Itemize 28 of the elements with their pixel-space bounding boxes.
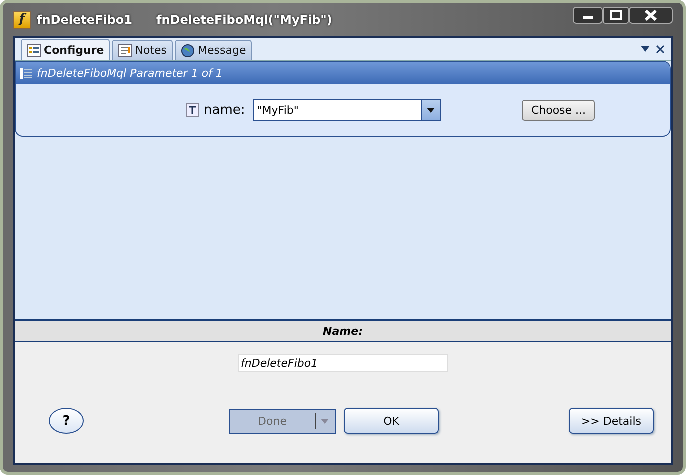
caret-icon — [321, 418, 329, 424]
section-heading: Name: — [323, 324, 363, 338]
window-title: fnDeleteFibo1 — [37, 12, 132, 26]
panel-header: fnDeleteFiboMql Parameter 1 of 1 — [37, 66, 223, 80]
tab[interactable]: Message — [175, 40, 252, 60]
minimize-icon[interactable] — [573, 7, 603, 24]
close-icon[interactable] — [629, 7, 673, 24]
choose-button[interactable]: Choose ... — [522, 100, 596, 120]
splitter-handle[interactable] — [15, 314, 671, 321]
globe-icon — [181, 44, 195, 58]
app-icon: f — [13, 10, 31, 28]
name-combobox[interactable]: "MyFib" — [253, 99, 442, 121]
details-button[interactable]: >> Details — [569, 408, 654, 434]
ok-button[interactable]: OK — [344, 408, 439, 434]
list-icon — [20, 68, 32, 78]
tab[interactable]: Notes — [112, 40, 173, 60]
caret-icon — [427, 108, 436, 112]
close-icon[interactable] — [656, 44, 665, 54]
name-field[interactable]: fnDeleteFibo1 — [238, 354, 448, 372]
form-icon — [27, 44, 41, 56]
tab[interactable]: Configure — [21, 39, 110, 60]
help-button[interactable]: ? — [49, 408, 84, 434]
note-icon — [118, 44, 132, 57]
maximize-icon[interactable] — [603, 7, 629, 24]
dropdown-arrow-icon[interactable] — [641, 46, 650, 52]
window-subtitle: fnDeleteFiboMql("MyFib") — [156, 12, 332, 26]
text-type-icon — [186, 103, 199, 117]
field-label: name: — [204, 102, 246, 118]
